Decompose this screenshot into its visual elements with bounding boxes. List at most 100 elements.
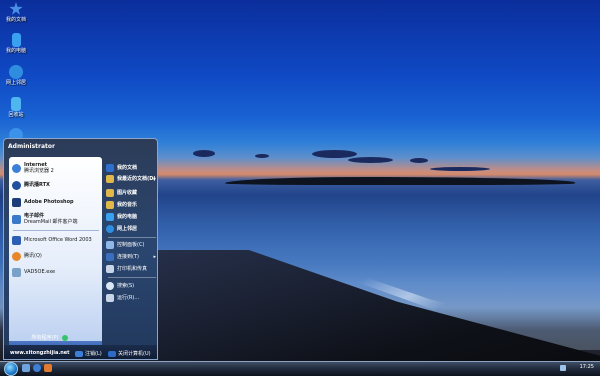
recycle-bin-icon (11, 97, 21, 111)
place-label: 我的文档 (117, 164, 138, 171)
shutdown-icon (108, 350, 116, 357)
recent-docs-icon (106, 175, 114, 183)
browser-icon[interactable] (33, 364, 41, 372)
place-printers[interactable]: 打印机和传真 (106, 264, 158, 274)
place-run[interactable]: 运行(R)... (106, 293, 158, 303)
clock[interactable]: 17:25 (580, 364, 594, 370)
place-control-panel[interactable]: 控制面板(C) (106, 240, 158, 250)
computer-icon (11, 33, 21, 47)
item-title: VAD5OE.exe (24, 269, 56, 275)
user-name: Administrator (8, 143, 55, 150)
pinned-rtx[interactable]: 腾讯播RTX (12, 178, 100, 192)
computer-icon (106, 213, 114, 221)
network-tray-icon[interactable] (560, 365, 566, 371)
item-subtitle: 腾讯浏览器 2 (24, 168, 54, 174)
photoshop-icon (12, 197, 21, 207)
place-connect-to[interactable]: 连接到(T) ▸ (106, 252, 158, 262)
start-menu-programs-pane: Internet 腾讯浏览器 2 腾讯播RTX Adobe Photoshop 电… (9, 157, 102, 353)
separator (108, 277, 156, 278)
logoff-label: 注销(L) (85, 351, 102, 357)
site-url: www.xitongzhijia.net (10, 350, 70, 356)
place-label: 连接到(T) (117, 253, 139, 260)
run-icon (106, 294, 114, 302)
pinned-email[interactable]: 电子邮件 DreamMail 邮件客户端 (12, 212, 100, 226)
qq-penguin-icon (12, 251, 21, 261)
cloud (193, 150, 215, 157)
show-desktop-icon[interactable] (22, 364, 30, 372)
desktop-icon-my-documents[interactable]: 我的文档 (0, 2, 32, 23)
shutdown-button[interactable]: 关闭计算机(U) (108, 350, 151, 357)
place-network[interactable]: 网上邻居 (106, 224, 158, 234)
desktop-icon-label: 我的电脑 (5, 48, 26, 54)
start-menu-places-pane: 我的文档 我最近的文档(D) ▸ 图片收藏 我的音乐 我的电脑 网上邻居 控制面… (104, 157, 159, 353)
green-arrow-icon (62, 334, 69, 341)
pinned-internet[interactable]: Internet 腾讯浏览器 2 (12, 161, 100, 175)
place-my-documents[interactable]: 我的文档 (106, 163, 158, 173)
desktop-icon-label: 回收站 (8, 112, 24, 118)
logoff-button[interactable]: 注销(L) (75, 350, 102, 357)
recent-app[interactable]: VAD5OE.exe (12, 265, 100, 279)
app-icon (12, 267, 21, 277)
desktop-icon-label: 我的文档 (5, 17, 26, 23)
place-label: 打印机和传真 (117, 265, 148, 272)
printer-icon (106, 265, 114, 273)
browser-icon (12, 163, 21, 173)
desktop-icon-my-computer[interactable]: 我的电脑 (0, 33, 32, 54)
breakwater-rocks (225, 177, 575, 185)
start-menu: Administrator Internet 腾讯浏览器 2 腾讯播RTX Ado… (3, 138, 158, 360)
place-label: 搜索(S) (117, 282, 135, 289)
recent-word[interactable]: Microsoft Office Word 2003 (12, 233, 100, 247)
cloud (348, 157, 393, 163)
word-icon (12, 235, 21, 245)
place-label: 运行(R)... (117, 294, 140, 301)
connect-icon (106, 253, 114, 261)
item-title: Microsoft Office Word 2003 (24, 237, 92, 243)
network-globe-icon (106, 225, 114, 233)
place-my-computer[interactable]: 我的电脑 (106, 212, 158, 222)
separator (108, 237, 156, 238)
item-title: Adobe Photoshop (24, 199, 74, 205)
taskbar (0, 361, 600, 376)
place-recent-documents[interactable]: 我最近的文档(D) ▸ (106, 174, 158, 184)
network-globe-icon (9, 65, 23, 79)
cloud (410, 158, 428, 163)
start-menu-user: Administrator (8, 143, 100, 155)
rtx-messenger-icon (12, 180, 21, 190)
cloud (312, 150, 357, 158)
item-subtitle: DreamMail 邮件客户端 (24, 219, 78, 225)
item-title: 腾讯播RTX (24, 182, 50, 188)
all-programs-label: 所有程序(P) (31, 335, 59, 341)
search-icon (106, 282, 114, 290)
logoff-icon (75, 350, 83, 357)
place-label: 我的电脑 (117, 213, 138, 220)
desktop-icon-recycle-bin[interactable]: 回收站 (0, 97, 32, 118)
place-music[interactable]: 我的音乐 (106, 200, 158, 210)
shutdown-label: 关闭计算机(U) (118, 351, 151, 357)
desktop-icon-label: 网上邻居 (5, 80, 26, 86)
pictures-folder-icon (106, 189, 114, 197)
star-document-icon (9, 2, 23, 15)
submenu-arrow-icon: ▸ (153, 254, 156, 260)
pinned-photoshop[interactable]: Adobe Photoshop (12, 195, 100, 209)
separator (13, 230, 99, 231)
place-search[interactable]: 搜索(S) (106, 281, 158, 291)
place-label: 控制面板(C) (117, 241, 145, 248)
star-document-icon (106, 164, 114, 172)
control-panel-icon (106, 241, 114, 249)
all-programs-button[interactable]: 所有程序(P) (10, 333, 90, 342)
item-title: 腾讯(Q) (24, 253, 42, 259)
submenu-arrow-icon: ▸ (153, 176, 156, 182)
desktop-icon-network[interactable]: 网上邻居 (0, 65, 32, 86)
recent-qq[interactable]: 腾讯(Q) (12, 249, 100, 263)
place-pictures[interactable]: 图片收藏 (106, 188, 158, 198)
music-folder-icon (106, 201, 114, 209)
start-button[interactable] (4, 362, 18, 376)
place-label: 我的音乐 (117, 201, 138, 208)
cloud (255, 154, 269, 158)
email-icon (12, 214, 21, 224)
place-label: 图片收藏 (117, 189, 138, 196)
place-label: 我最近的文档(D) (117, 175, 156, 182)
cloud (430, 167, 490, 171)
place-label: 网上邻居 (117, 225, 138, 232)
media-player-icon[interactable] (44, 364, 52, 372)
